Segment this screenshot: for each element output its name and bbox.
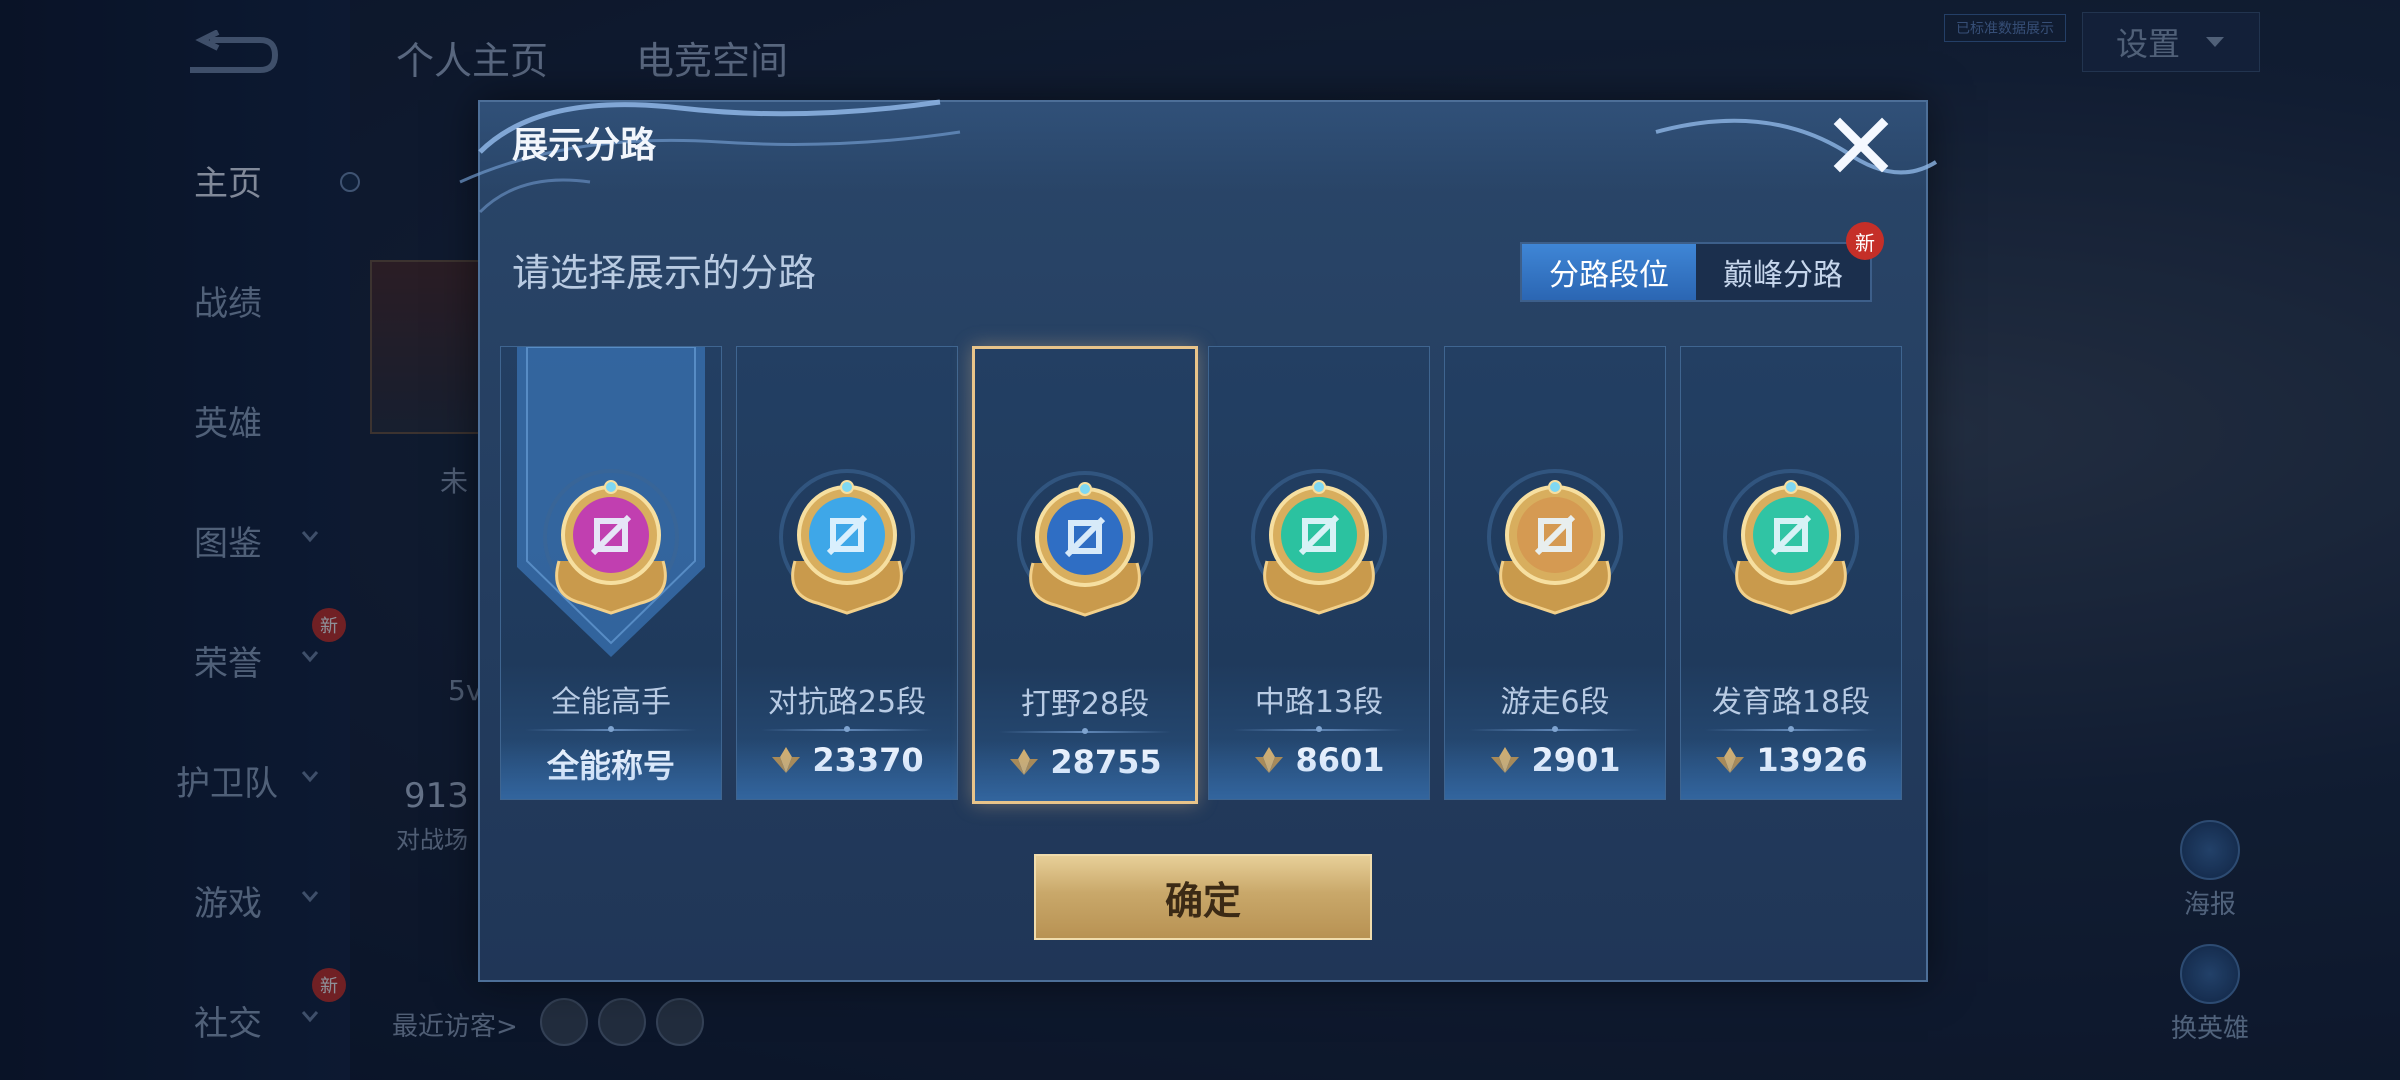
lane-card[interactable]: 全能高手全能称号 [500,346,722,800]
confirm-button[interactable]: 确定 [1034,854,1372,940]
lane-card[interactable]: 中路13段8601 [1208,346,1430,800]
mid-lane-emblem-icon [1251,469,1387,615]
lane-name: 中路13段 [1254,685,1384,720]
lane-card-list: 全能高手全能称号对抗路25段23370打野28段28755中路13段8601游走… [500,346,1910,804]
divider [761,726,933,732]
view-toggle: 分路段位 巅峰分路 新 [1520,222,1884,302]
farm-lane-emblem-icon [1723,469,1859,615]
jungle-emblem-icon [1017,471,1153,617]
lane-name: 发育路18段 [1711,685,1871,720]
card-glow [501,739,721,799]
new-badge: 新 [1846,222,1884,260]
roam-emblem-icon [1487,469,1623,615]
divider [1469,726,1641,732]
tab-peak-lane[interactable]: 巅峰分路 新 [1696,222,1884,300]
lane-name: 游走6段 [1500,685,1610,720]
lane-name: 对抗路25段 [767,685,927,720]
display-lane-dialog: 展示分路 请选择展示的分路 分路段位 巅峰分路 新 全能高手全能称号对抗路25段… [459,99,1938,982]
card-glow [1681,739,1901,799]
dialog-ornament [1655,118,1938,175]
lane-card[interactable]: 游走6段2901 [1444,346,1666,800]
lane-name: 打野28段 [1020,687,1150,722]
divider [1233,726,1405,732]
card-glow [1209,739,1429,799]
card-glow [737,739,957,799]
dialog-title: 展示分路 [512,125,657,166]
lane-card[interactable]: 打野28段28755 [972,346,1198,804]
divider [1705,726,1877,732]
clash-lane-emblem-icon [779,469,915,615]
divider [999,728,1171,734]
divider [525,726,697,732]
card-glow [975,741,1195,801]
lane-card[interactable]: 对抗路25段23370 [736,346,958,800]
tab-lane-rank[interactable]: 分路段位 [1522,244,1696,300]
lane-card[interactable]: 发育路18段13926 [1680,346,1902,800]
card-glow [1445,739,1665,799]
all-round-emblem-icon [543,469,679,615]
select-prompt: 请选择展示的分路 [512,251,817,295]
close-icon[interactable] [1828,112,1894,178]
lane-name: 全能高手 [551,685,671,720]
tab-peak-lane-label: 巅峰分路 [1723,258,1843,293]
